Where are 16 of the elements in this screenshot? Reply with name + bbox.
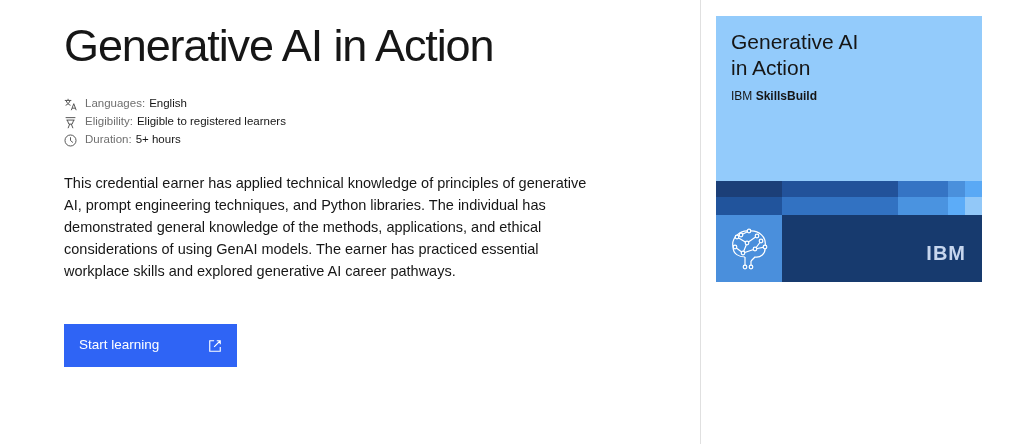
meta-value: English <box>149 96 187 112</box>
page-title: Generative AI in Action <box>64 19 495 73</box>
description: This credential earner has applied technical knowledge of principles of generative AI, prompt engineering techniques, and Python libraries. The individual has demonstrated general knowledge of the methods, applications, and ethical considerations of using GenAI models. The earner has practiced essential workplace skills and explored generative AI career pathways. <box>64 174 588 281</box>
eligibility-icon <box>64 115 77 129</box>
meta-label: Duration: <box>85 132 132 148</box>
clock-icon <box>64 133 77 147</box>
start-learning-button[interactable]: Start learning <box>64 324 237 367</box>
translate-icon <box>64 97 77 111</box>
meta-label: Eligibility: <box>85 114 133 130</box>
brand-logo: IBM <box>926 241 966 266</box>
meta-value: Eligible to registered learners <box>136 114 286 130</box>
meta-value: 5+ hours <box>135 132 181 148</box>
external-link-icon <box>208 338 222 353</box>
meta-label: Languages: <box>85 96 146 112</box>
badge-brand: IBM SkillsBuild <box>731 88 819 105</box>
badge-title: Generative AI in Action <box>731 29 860 81</box>
